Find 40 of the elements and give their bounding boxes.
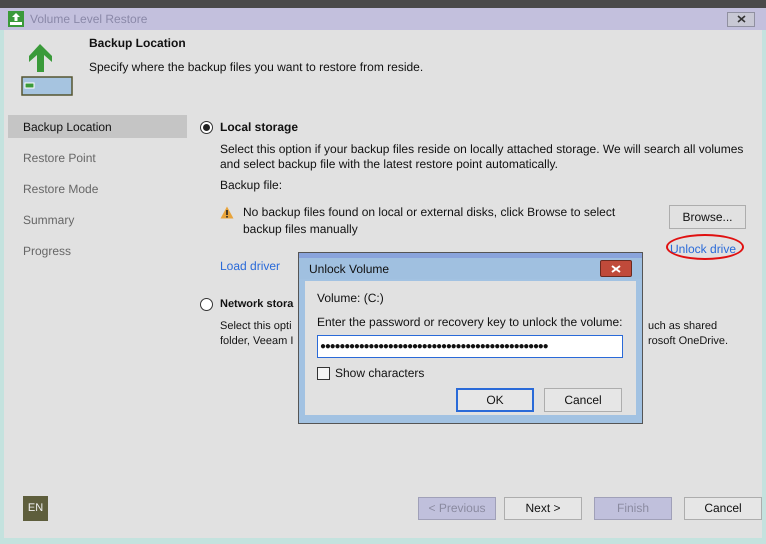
page-title: Backup Location [89, 35, 187, 52]
warning-icon [220, 206, 234, 219]
language-badge[interactable]: EN [23, 496, 48, 520]
upload-drive-icon [18, 42, 74, 98]
unlock-drive-link[interactable]: Unlock drive [670, 240, 736, 258]
sidebar-item[interactable]: Summary [8, 208, 187, 231]
sidebar-item[interactable]: Restore Point [8, 146, 187, 169]
wizard-button[interactable]: Cancel [684, 496, 762, 520]
checkbox[interactable] [317, 366, 330, 380]
option-description: Select this opti [220, 320, 292, 332]
window-title: Volume Level Restore [30, 11, 148, 28]
close-icon [736, 15, 746, 23]
browse-button[interactable]: Browse... [669, 205, 746, 229]
wizard-button[interactable]: Next > [504, 496, 582, 520]
app-icon [8, 11, 24, 27]
radio-button[interactable] [200, 298, 213, 311]
option-description: folder, Veeam I [220, 334, 294, 346]
close-button[interactable] [600, 260, 632, 277]
sidebar-item[interactable]: Backup Location [8, 115, 187, 138]
volume-label: Volume: (C:) [317, 290, 385, 307]
prompt-text: Enter the password or recovery key to unlock the volume: [317, 314, 624, 331]
dialog-title: Unlock Volume [309, 260, 390, 278]
option-description: uch as shared [648, 320, 718, 332]
sidebar-item[interactable]: Progress [8, 239, 187, 262]
load-driver-link[interactable]: Load driver [220, 257, 280, 275]
password-field[interactable]: ●●●●●●●●●●●●●●●●●●●●●●●●●●●●●●●●●●●●●●●●●●●●●●● [317, 335, 623, 358]
field-label: Backup file: [220, 177, 284, 194]
option-label: Local storage [220, 119, 298, 136]
checkbox-label: Show characters [335, 365, 424, 382]
option-description: Select this option if your backup files reside on locally attached storage. We will search all volumes and select backup file with the latest restore point automatically. [220, 142, 744, 172]
ok-button[interactable]: OK [456, 388, 534, 412]
close-icon [611, 264, 621, 272]
option-description: rosoft OneDrive. [648, 334, 728, 346]
close-button[interactable] [727, 12, 755, 26]
option-label: Network stora [220, 297, 294, 312]
page-subtitle: Specify where the backup files you want to restore from reside. [89, 59, 424, 76]
radio-button[interactable] [200, 120, 213, 134]
warning-message: No backup files found on local or external disks, click Browse to select backup files manually [243, 204, 616, 238]
sidebar-item[interactable]: Restore Mode [8, 177, 187, 200]
cancel-button[interactable]: Cancel [544, 388, 622, 412]
